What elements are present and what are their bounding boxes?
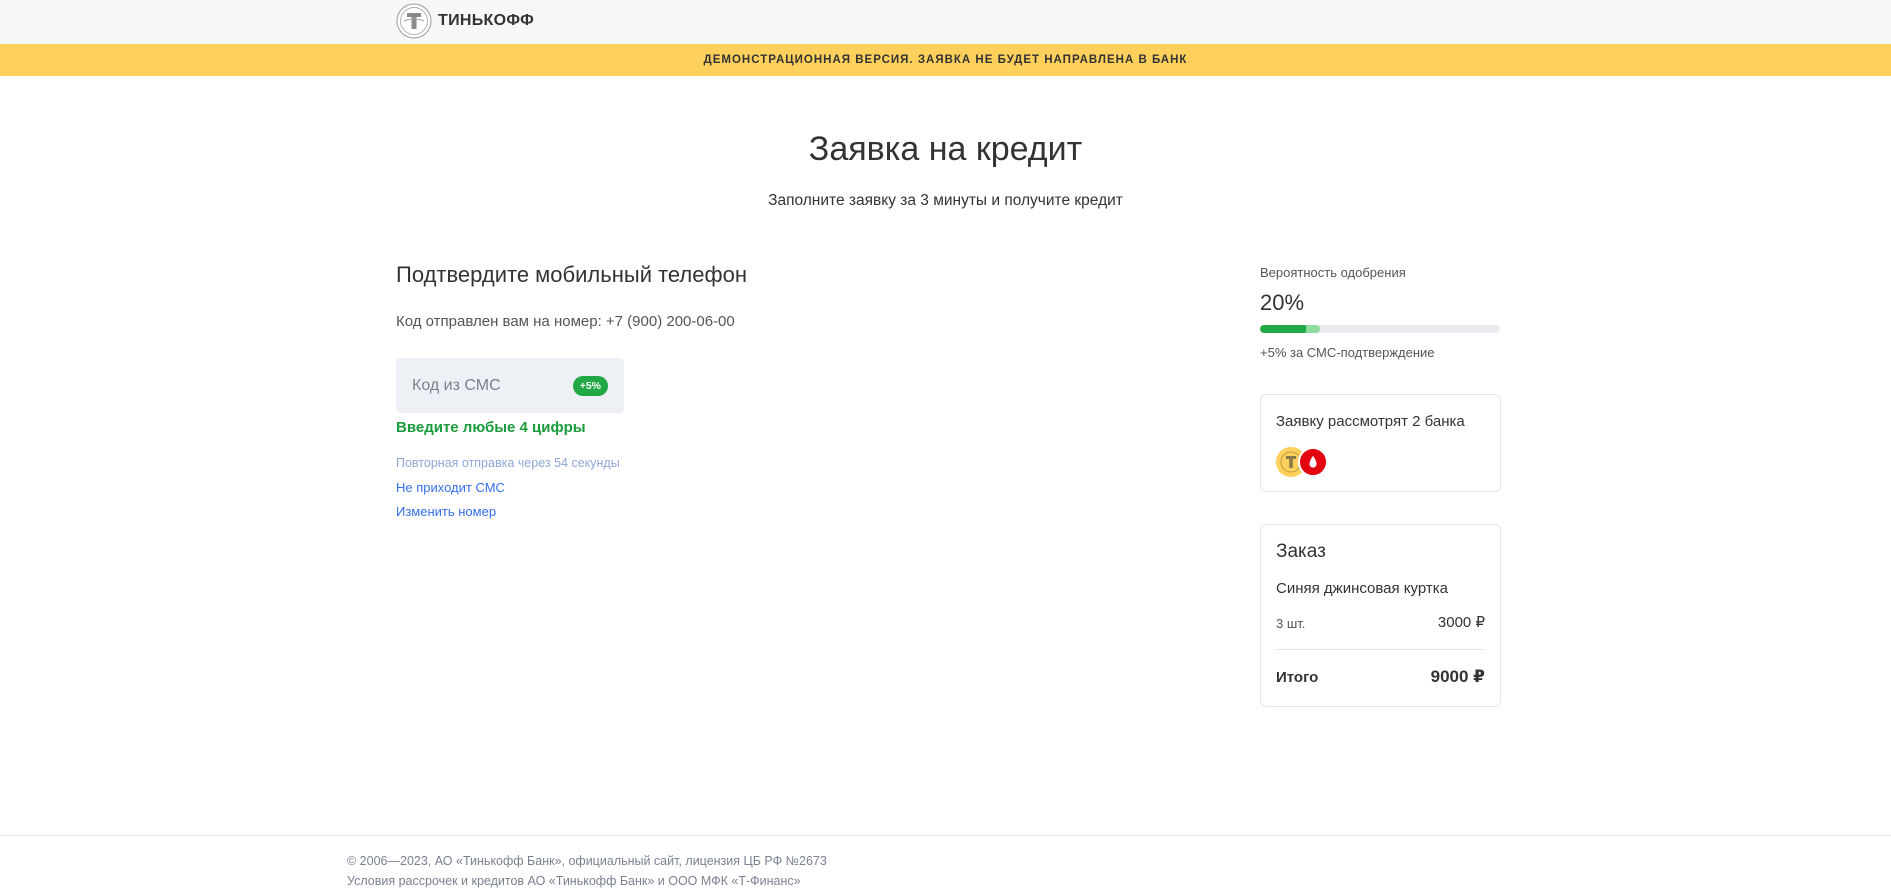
order-divider [1276,649,1485,650]
brand-logo[interactable]: ТИНЬКОФФ [396,2,534,40]
order-total-label: Итого [1276,669,1319,686]
banks-card: Заявку рассмотрят 2 банка [1260,394,1501,492]
approval-progress-bonus [1306,325,1320,333]
order-title: Заказ [1276,541,1326,562]
sms-code-hint: Введите любые 4 цифры [396,419,586,436]
footer-divider [0,835,1891,836]
order-card: Заказ Синяя джинсовая куртка 3 шт. 3000 … [1260,524,1501,707]
approval-progress-fill [1260,325,1308,333]
code-sent-info: Код отправлен вам на номер: +7 (900) 200… [396,313,735,330]
footer-copyright: © 2006—2023, АО «Тинькофф Банк», официал… [347,854,827,868]
sms-bonus-note: +5% за СМС-подтверждение [1260,345,1435,360]
approval-value: 20% [1260,290,1305,315]
header: ТИНЬКОФФ [0,0,1891,44]
sms-code-field[interactable]: +5% [396,358,624,413]
sms-bonus-badge: +5% [572,376,608,396]
mts-bank-logo-icon [1298,447,1328,477]
page-title: Заявка на кредит [808,130,1083,168]
resend-timer: Повторная отправка через 54 секунды [396,456,620,470]
order-total-value: 9000 ₽ [1430,667,1485,686]
approval-progress-bar [1260,325,1500,333]
change-number-link[interactable]: Изменить номер [396,504,496,519]
approval-label: Вероятность одобрения [1260,265,1406,280]
confirm-phone-title: Подтвердите мобильный телефон [396,262,747,287]
order-item-name: Синяя джинсовая куртка [1276,580,1448,597]
demo-banner-text: ДЕМОНСТРАЦИОННАЯ ВЕРСИЯ. ЗАЯВКА НЕ БУДЕТ… [703,54,1188,66]
banks-title: Заявку рассмотрят 2 банка [1276,413,1465,430]
bank-icons [1276,447,1336,477]
page-subtitle: Заполните заявку за 3 минуты и получите … [768,192,1123,209]
order-item-price: 3000 ₽ [1437,614,1485,631]
no-sms-link[interactable]: Не приходит СМС [396,480,505,495]
order-item-quantity: 3 шт. [1276,616,1306,631]
demo-banner: ДЕМОНСТРАЦИОННАЯ ВЕРСИЯ. ЗАЯВКА НЕ БУДЕТ… [0,44,1891,76]
footer-terms: Условия рассрочек и кредитов АО «Тинькоф… [347,874,801,888]
tinkoff-logo-icon [396,3,432,39]
brand-name: ТИНЬКОФФ [438,12,535,29]
